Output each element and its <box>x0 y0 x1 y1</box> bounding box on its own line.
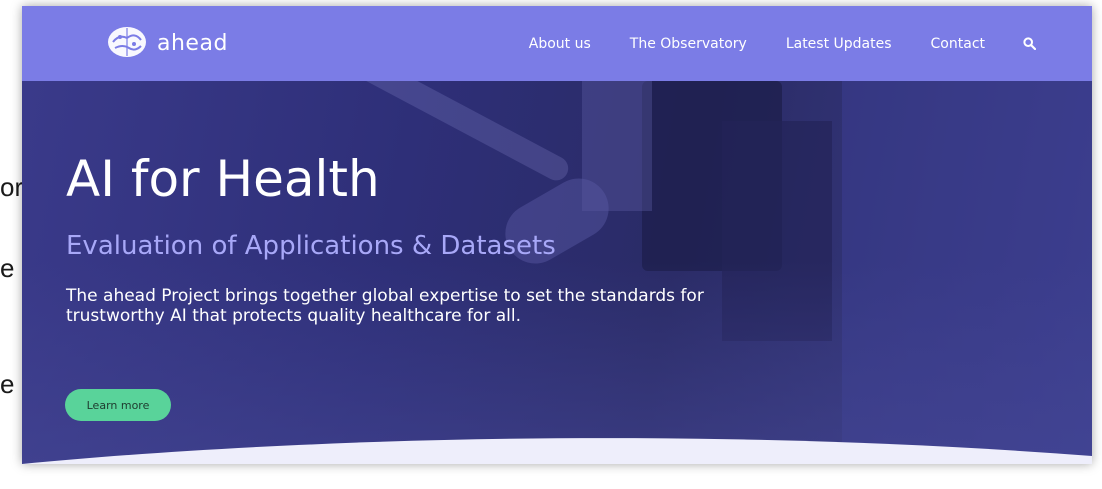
nav-link-latest-updates[interactable]: Latest Updates <box>786 36 892 52</box>
background-text-fragment: e <box>0 253 15 283</box>
background-text-fragment: e <box>0 369 15 399</box>
nav-link-contact[interactable]: Contact <box>931 36 985 52</box>
hero-section: AI for Health Evaluation of Applications… <box>22 81 1092 464</box>
browser-window: ahead About us The Observatory Latest Up… <box>22 6 1092 464</box>
search-icon[interactable] <box>1023 37 1036 50</box>
nav-link-about-us[interactable]: About us <box>529 36 591 52</box>
hero-wave-divider <box>22 438 1092 464</box>
background-text-fragment: or <box>0 172 24 202</box>
hero-title: AI for Health <box>66 150 380 208</box>
nav-link-observatory[interactable]: The Observatory <box>630 36 747 52</box>
hero-description: The ahead Project brings together global… <box>66 286 704 326</box>
site-header: ahead About us The Observatory Latest Up… <box>22 6 1092 81</box>
main-nav: About us The Observatory Latest Updates … <box>490 6 1036 81</box>
hero-background-image <box>22 81 1092 464</box>
brain-globe-icon <box>105 24 149 62</box>
learn-more-button[interactable]: Learn more <box>65 389 171 421</box>
hero-subtitle: Evaluation of Applications & Datasets <box>66 231 556 261</box>
logo-text: ahead <box>157 30 228 56</box>
site-logo[interactable]: ahead <box>105 24 228 62</box>
